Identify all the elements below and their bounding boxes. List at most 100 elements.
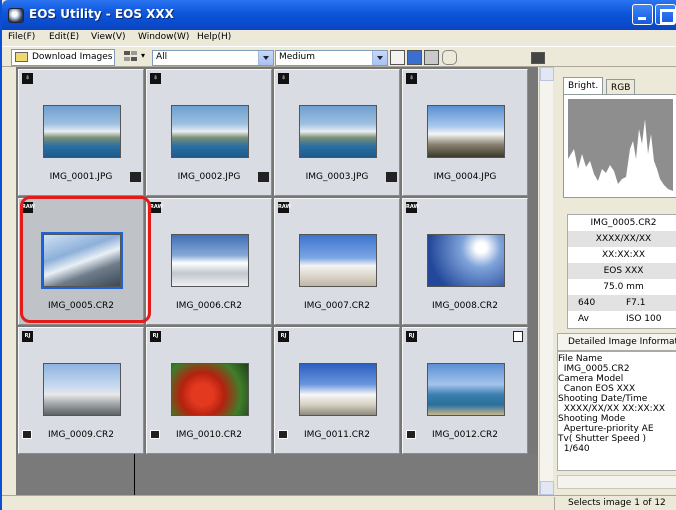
histogram-chart <box>568 99 673 194</box>
select-icon[interactable] <box>407 50 422 65</box>
thumbnail-cell[interactable]: RJ IMG_0009.CR2 <box>18 327 144 454</box>
camera-icon[interactable] <box>531 52 545 64</box>
raw-badge-icon: RJ <box>406 331 417 342</box>
transfer-icon <box>130 172 141 182</box>
detail-line: Shooting Mode <box>558 414 626 424</box>
chevron-down-icon[interactable] <box>372 51 387 65</box>
protect-icon <box>406 430 416 439</box>
settings-icon[interactable] <box>442 50 457 65</box>
thumbnail-size-select[interactable]: Medium <box>275 50 388 66</box>
detail-line: IMG_0005.CR2 <box>558 364 630 374</box>
thumbnail-cell[interactable]: RJ IMG_0010.CR2 <box>146 327 272 454</box>
menu-file[interactable]: File(F) <box>8 32 35 42</box>
flag-icon <box>513 331 523 342</box>
detail-line: 1/640 <box>558 444 590 454</box>
menu-window[interactable]: Window(W) <box>138 32 189 42</box>
thumbnail-image <box>171 363 249 416</box>
info-focal-length: 75.0 mm <box>603 282 644 292</box>
thumbnail-filename: IMG_0001.JPG <box>49 172 113 182</box>
raw-badge-icon: RAW <box>150 202 163 213</box>
filter-value: All <box>156 52 168 62</box>
chevron-down-icon[interactable] <box>258 51 273 65</box>
thumbnail-image <box>41 232 123 289</box>
thumbnail-cell[interactable]: RAW IMG_0007.CR2 <box>274 198 400 325</box>
thumbnail-cell[interactable]: RAW IMG_0006.CR2 <box>146 198 272 325</box>
info-mode: Av <box>578 314 589 324</box>
detail-line: File Name <box>558 354 603 364</box>
thumbnail-image <box>427 105 505 158</box>
thumbnail-image <box>427 234 505 287</box>
minimize-button[interactable] <box>632 4 653 25</box>
detail-line: Shooting Date/Time <box>558 394 648 404</box>
filter-select[interactable]: All <box>152 50 274 66</box>
tab-brightness[interactable]: Bright. <box>563 77 604 95</box>
thumbnail-filename: IMG_0004.JPG <box>433 172 497 182</box>
size-value: Medium <box>279 52 315 62</box>
thumbnail-cell[interactable]: ⇩ IMG_0004.JPG <box>402 69 528 196</box>
thumbnail-filename: IMG_0012.CR2 <box>432 430 498 440</box>
sort-icon[interactable] <box>124 51 137 62</box>
download-images-button[interactable]: Download Images <box>11 49 115 66</box>
download-badge-icon: ⇩ <box>150 73 161 84</box>
info-file-name: IMG_0005.CR2 <box>590 218 657 228</box>
fit-icon[interactable] <box>390 50 405 65</box>
protect-icon <box>150 430 160 439</box>
detailed-info-panel: File Name IMG_0005.CR2 Camera Model Canon… <box>557 351 676 471</box>
thumbnail-filename: IMG_0010.CR2 <box>176 430 242 440</box>
menu-help[interactable]: Help(H) <box>197 32 231 42</box>
info-shutter: 640 <box>578 298 596 308</box>
raw-badge-icon: RJ <box>150 331 161 342</box>
sort-dropdown-icon[interactable]: ▾ <box>141 51 145 60</box>
raw-badge-icon: RAW <box>406 202 419 213</box>
status-separator <box>554 497 555 510</box>
thumbnail-image <box>43 105 121 158</box>
thumbnail-image <box>427 363 505 416</box>
thumbnail-image <box>171 234 249 287</box>
transfer-icon <box>258 172 269 182</box>
thumbnail-image <box>299 105 377 158</box>
thumbnail-grid: ⇩ IMG_0001.JPG ⇩ IMG_0002.JPG ⇩ IMG_0003.JPG ⇩… <box>16 67 538 495</box>
thumbnail-cell[interactable]: ⇩ IMG_0001.JPG <box>18 69 144 196</box>
detail-line: Canon EOS XXX <box>558 384 636 394</box>
app-window: EOS Utility - EOS XXX File(F) Edit(E) Vi… <box>0 0 676 510</box>
scroll-up-icon[interactable] <box>540 67 554 81</box>
download-badge-icon: ⇩ <box>406 73 417 84</box>
detailed-info-header[interactable]: Detailed Image Information <box>557 333 676 351</box>
histogram-panel <box>563 94 676 198</box>
thumbnail-cell[interactable]: ⇩ IMG_0003.JPG <box>274 69 400 196</box>
detail-line: Aperture-priority AE <box>558 424 654 434</box>
thumbnail-image <box>299 363 377 416</box>
thumbnail-cell[interactable]: RJ IMG_0011.CR2 <box>274 327 400 454</box>
maximize-button[interactable] <box>655 4 676 25</box>
detail-scrollbar[interactable] <box>557 475 676 489</box>
raw-badge-icon: RAW <box>22 202 35 213</box>
thumbnail-image <box>171 105 249 158</box>
thumbnail-cell[interactable]: ⇩ IMG_0002.JPG <box>146 69 272 196</box>
detail-line: Camera Model <box>558 374 624 384</box>
raw-badge-icon: RAW <box>278 202 291 213</box>
thumbnail-cell[interactable]: RJ IMG_0012.CR2 <box>402 327 528 454</box>
download-icon <box>15 52 28 62</box>
thumbnail-filename: IMG_0009.CR2 <box>48 430 114 440</box>
menu-view[interactable]: View(V) <box>91 32 126 42</box>
thumbnail-filename: IMG_0002.JPG <box>177 172 241 182</box>
info-date: XXXX/XX/XX <box>568 231 676 247</box>
grid-scrollbar[interactable] <box>539 67 554 495</box>
thumbnail-cell[interactable]: RAW IMG_0005.CR2 <box>18 198 144 325</box>
thumbnail-filename: IMG_0006.CR2 <box>176 301 242 311</box>
raw-badge-icon: RJ <box>278 331 289 342</box>
toolbar: Download Images ▾ All Medium <box>2 46 676 67</box>
grid-empty-area <box>16 454 538 495</box>
thumbnail-filename: IMG_0003.JPG <box>305 172 369 182</box>
scroll-down-icon[interactable] <box>540 481 554 495</box>
detail-line: Tv( Shutter Speed ) <box>558 434 647 444</box>
title-bar[interactable]: EOS Utility - EOS XXX <box>2 0 676 30</box>
info-model: EOS XXX <box>568 263 676 279</box>
thumbnail-image <box>43 363 121 416</box>
info-aperture: F7.1 <box>626 298 646 308</box>
detail-line: XXXX/XX/XX XX:XX:XX <box>558 404 666 414</box>
menu-edit[interactable]: Edit(E) <box>49 32 79 42</box>
thumbnail-cell[interactable]: RAW IMG_0008.CR2 <box>402 198 528 325</box>
protect-icon <box>278 430 288 439</box>
save-icon[interactable] <box>424 50 439 65</box>
